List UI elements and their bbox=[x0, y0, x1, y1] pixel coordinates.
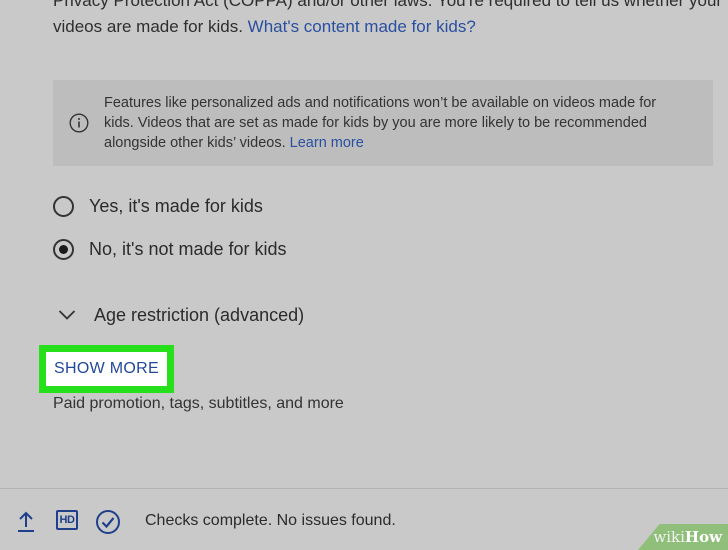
upload-details-page: Privacy Protection Act (COPPA) and/or ot… bbox=[0, 0, 728, 550]
radio-label-yes: Yes, it's made for kids bbox=[89, 195, 263, 216]
show-more-description: Paid promotion, tags, subtitles, and mor… bbox=[53, 395, 344, 412]
upload-icon[interactable] bbox=[16, 511, 36, 533]
chevron-down-icon bbox=[58, 310, 76, 320]
radio-label-no: No, it's not made for kids bbox=[89, 238, 287, 259]
hd-icon[interactable]: HD bbox=[56, 510, 78, 530]
radio-button-unchecked[interactable] bbox=[53, 195, 74, 217]
radio-made-for-kids-yes[interactable]: Yes, it's made for kids bbox=[53, 191, 263, 221]
notice-line-3: alongside other kids’ videos. Learn more bbox=[104, 133, 714, 153]
radio-made-for-kids-no[interactable]: No, it's not made for kids bbox=[53, 234, 287, 264]
notice-line-1: Features like personalized ads and notif… bbox=[104, 95, 657, 111]
notice-line-2: kids. Videos that are set as made for ki… bbox=[104, 115, 647, 131]
watermark-how: How bbox=[684, 528, 722, 546]
coppa-line-1: Privacy Protection Act (COPPA) and/or ot… bbox=[53, 0, 723, 10]
info-icon bbox=[69, 113, 89, 133]
show-more-button[interactable]: SHOW MORE bbox=[46, 352, 167, 386]
coppa-line-2-text: videos are made for kids. bbox=[53, 17, 243, 36]
watermark-wiki: wiki bbox=[653, 528, 685, 546]
coppa-description: Privacy Protection Act (COPPA) and/or ot… bbox=[53, 0, 723, 40]
made-for-kids-help-link[interactable]: What's content made for kids? bbox=[248, 17, 476, 36]
wikihow-watermark: wiki How bbox=[638, 524, 728, 550]
hd-icon-label: HD bbox=[59, 514, 75, 526]
age-restriction-toggle[interactable]: Age restriction (advanced) bbox=[58, 300, 304, 330]
age-restriction-label: Age restriction (advanced) bbox=[94, 304, 305, 325]
check-circle-icon[interactable] bbox=[95, 509, 121, 535]
learn-more-link[interactable]: Learn more bbox=[290, 135, 364, 151]
coppa-line-2: videos are made for kids. What's content… bbox=[53, 14, 713, 40]
checks-status: Checks complete. No issues found. bbox=[145, 512, 396, 529]
notice-line-3-text: alongside other kids’ videos. bbox=[104, 135, 286, 151]
notice-text: Features like personalized ads and notif… bbox=[104, 93, 714, 153]
footer-divider bbox=[0, 488, 728, 489]
radio-button-checked[interactable] bbox=[53, 238, 74, 260]
